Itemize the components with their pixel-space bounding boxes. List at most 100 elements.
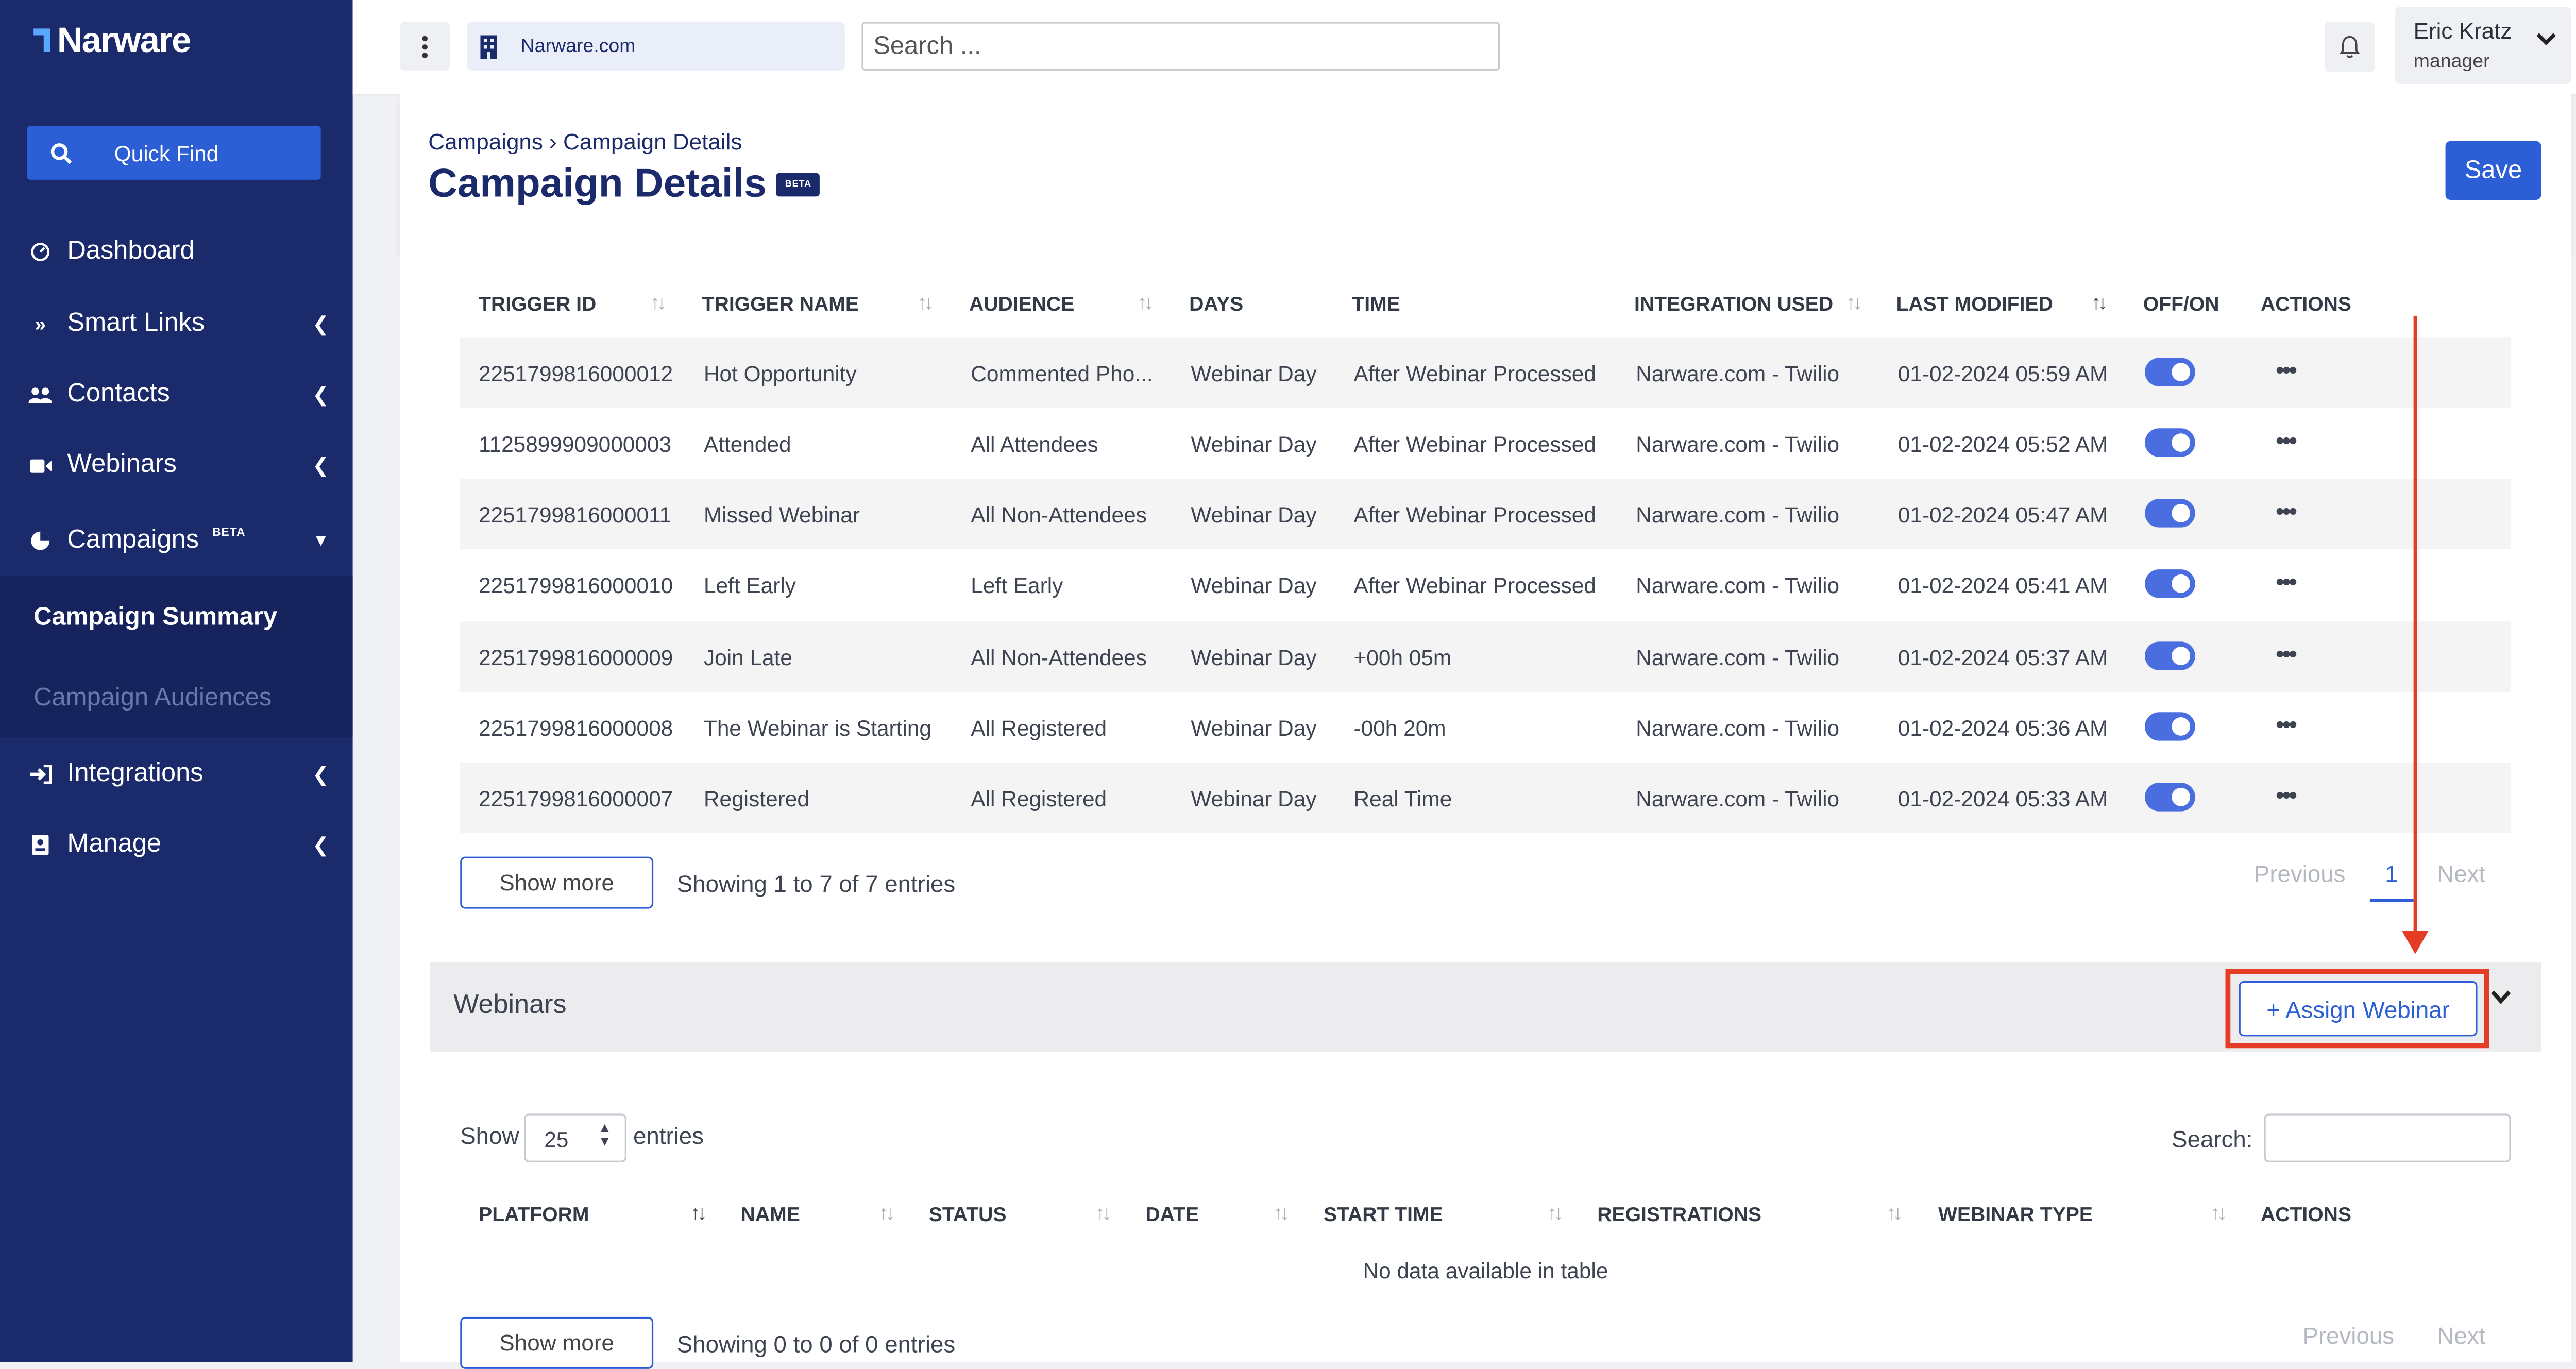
sidebar-item-label: Integrations: [67, 759, 204, 788]
table-row[interactable]: 1125899909000003 Attended All Attendees …: [460, 408, 2511, 479]
row-actions-icon[interactable]: •••: [2276, 497, 2297, 524]
sort-icon[interactable]: ↑↓: [1095, 1201, 1112, 1225]
sidebar-subitem-campaign-summary[interactable]: Campaign Summary: [33, 603, 277, 631]
row-actions-icon[interactable]: •••: [2276, 356, 2297, 383]
column-header[interactable]: NAME: [741, 1203, 800, 1226]
chevron-left-icon: ❮: [312, 312, 329, 336]
on-off-toggle[interactable]: [2145, 569, 2195, 598]
sidebar-item-manage[interactable]: Manage ❮: [0, 815, 353, 875]
sort-desc-icon[interactable]: ↑↓: [2091, 291, 2108, 314]
sort-desc-icon[interactable]: ↑↓: [690, 1201, 707, 1225]
audience: All Registered: [971, 786, 1107, 812]
triggers-previous-button[interactable]: Previous: [2254, 860, 2346, 887]
column-header[interactable]: STATUS: [929, 1203, 1007, 1226]
sidebar-item-smart-links[interactable]: » Smart Links ❮: [0, 294, 353, 354]
annotation-arrow-head: [2401, 931, 2429, 954]
column-header[interactable]: REGISTRATIONS: [1597, 1203, 1761, 1226]
column-header[interactable]: TRIGGER ID: [479, 292, 596, 316]
save-button[interactable]: Save: [2445, 141, 2541, 200]
column-header[interactable]: AUDIENCE: [969, 292, 1074, 316]
trigger-id: 2251799816000011: [479, 502, 672, 528]
audience: All Attendees: [971, 431, 1098, 457]
time: Real Time: [1353, 786, 1452, 812]
sidebar-item-label: Smart Links: [67, 309, 205, 338]
on-off-toggle[interactable]: [2145, 428, 2195, 457]
table-row[interactable]: 2251799816000009 Join Late All Non-Atten…: [460, 621, 2511, 692]
row-actions-icon[interactable]: •••: [2276, 711, 2297, 737]
quick-find-button[interactable]: Quick Find: [27, 126, 321, 180]
breadcrumb[interactable]: Campaigns › Campaign Details: [428, 129, 742, 155]
table-row[interactable]: 2251799816000011 Missed Webinar All Non-…: [460, 479, 2511, 550]
sort-icon[interactable]: ↑↓: [1886, 1201, 1903, 1225]
sidebar-item-integrations[interactable]: Integrations ❮: [0, 744, 353, 804]
column-header[interactable]: INTEGRATION USED: [1634, 292, 1833, 316]
on-off-toggle[interactable]: [2145, 499, 2195, 528]
more-menu-button[interactable]: [399, 22, 450, 71]
sort-icon[interactable]: ↑↓: [1846, 291, 1863, 314]
on-off-toggle[interactable]: [2145, 358, 2195, 386]
column-header: TIME: [1352, 292, 1400, 316]
webinars-table-header: PLATFORM ↑↓ NAME ↑↓ STATUS ↑↓ DATE ↑↓ ST…: [460, 1197, 2513, 1231]
time: After Webinar Processed: [1353, 572, 1596, 598]
users-icon: [28, 386, 53, 403]
row-actions-icon[interactable]: •••: [2276, 427, 2297, 453]
sidebar-item-dashboard[interactable]: Dashboard: [0, 222, 353, 282]
sort-icon[interactable]: ↑↓: [650, 291, 667, 314]
logo[interactable]: Narware: [30, 22, 191, 62]
logo-text: Narware: [57, 22, 191, 61]
sort-icon[interactable]: ↑↓: [1547, 1201, 1564, 1225]
triggers-next-button[interactable]: Next: [2437, 860, 2485, 887]
video-icon: [28, 458, 52, 472]
row-actions-icon[interactable]: •••: [2276, 781, 2297, 808]
notifications-button[interactable]: [2324, 22, 2375, 73]
trigger-name: Registered: [703, 786, 809, 812]
entries-per-page-select[interactable]: 25 ▲ ▼: [524, 1113, 626, 1162]
webinars-section-header[interactable]: Webinars + Assign Webinar: [430, 962, 2541, 1052]
column-header[interactable]: DATE: [1145, 1203, 1199, 1226]
row-actions-icon[interactable]: •••: [2276, 568, 2297, 595]
webinars-previous-button[interactable]: Previous: [2302, 1322, 2394, 1349]
sidebar-item-label: Dashboard: [67, 236, 195, 266]
integration: Narware.com - Twilio: [1636, 572, 1840, 598]
table-row[interactable]: 2251799816000007 Registered All Register…: [460, 763, 2511, 833]
table-row[interactable]: 2251799816000012 Hot Opportunity Comment…: [460, 337, 2511, 409]
sort-icon[interactable]: ↑↓: [2210, 1201, 2227, 1225]
on-off-toggle[interactable]: [2145, 712, 2195, 741]
table-row[interactable]: 2251799816000010 Left Early Left Early W…: [460, 549, 2511, 620]
row-actions-icon[interactable]: •••: [2276, 640, 2297, 667]
table-row[interactable]: 2251799816000008 The Webinar is Starting…: [460, 692, 2511, 763]
sidebar-item-campaigns[interactable]: Campaigns BETA ▼: [0, 511, 353, 571]
column-header[interactable]: PLATFORM: [479, 1203, 589, 1226]
chevron-down-icon[interactable]: [2490, 989, 2511, 1004]
column-header[interactable]: WEBINAR TYPE: [1938, 1203, 2093, 1226]
chevron-left-icon: ❮: [312, 383, 329, 407]
webinars-show-more-button[interactable]: Show more: [460, 1316, 654, 1369]
triggers-show-more-button[interactable]: Show more: [460, 856, 654, 909]
sort-icon[interactable]: ↑↓: [917, 291, 934, 314]
page-title: Campaign Details BETA: [428, 161, 820, 208]
sidebar-subitem-campaign-audiences[interactable]: Campaign Audiences: [33, 684, 272, 712]
double-chevron-icon: »: [35, 312, 46, 336]
webinars-next-button[interactable]: Next: [2437, 1322, 2485, 1349]
days: Webinar Day: [1191, 645, 1317, 670]
last-modified: 01-02-2024 05:33 AM: [1897, 786, 2108, 812]
sidebar-item-contacts[interactable]: Contacts ❮: [0, 364, 353, 425]
global-search-input[interactable]: Search ...: [861, 22, 1500, 71]
triggers-table-header: TRIGGER ID ↑↓ TRIGGER NAME ↑↓ AUDIENCE ↑…: [460, 289, 2513, 323]
on-off-toggle[interactable]: [2145, 641, 2195, 670]
trigger-id: 1125899909000003: [479, 431, 672, 457]
sort-icon[interactable]: ↑↓: [1273, 1201, 1290, 1225]
sort-icon[interactable]: ↑↓: [1137, 291, 1154, 314]
organization-selector[interactable]: Narware.com: [467, 22, 845, 71]
webinars-search-input[interactable]: [2264, 1113, 2511, 1162]
time: After Webinar Processed: [1353, 361, 1596, 386]
sort-icon[interactable]: ↑↓: [878, 1201, 895, 1225]
on-off-toggle[interactable]: [2145, 783, 2195, 812]
triggers-page-1-button[interactable]: 1: [2385, 860, 2398, 887]
column-header[interactable]: TRIGGER NAME: [702, 292, 859, 316]
campaigns-submenu: Campaign Summary Campaign Audiences: [0, 576, 353, 738]
sidebar-item-webinars[interactable]: Webinars ❮: [0, 435, 353, 495]
column-header[interactable]: LAST MODIFIED: [1896, 292, 2053, 316]
user-menu[interactable]: Eric Kratz manager: [2395, 7, 2572, 84]
column-header[interactable]: START TIME: [1324, 1203, 1443, 1226]
